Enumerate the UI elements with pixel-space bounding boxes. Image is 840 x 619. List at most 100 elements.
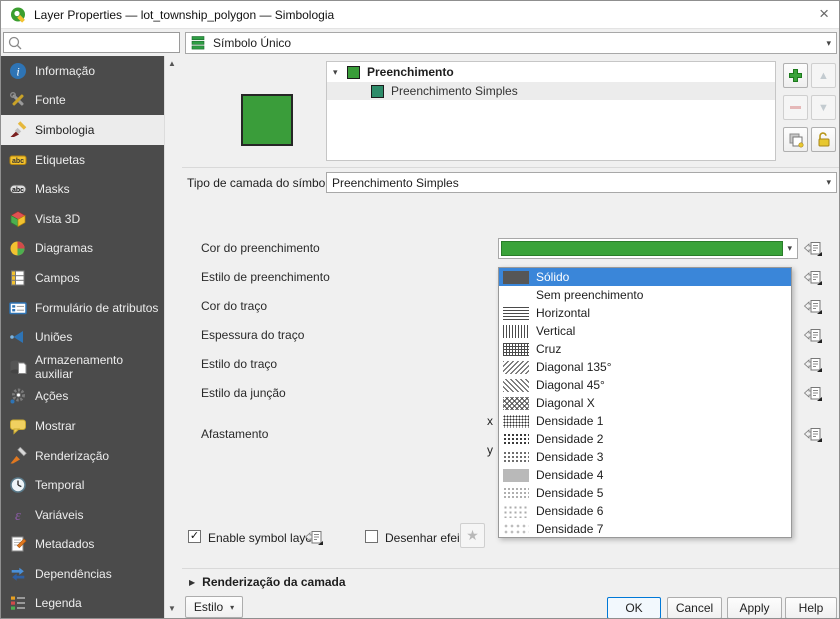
joins-icon (9, 328, 27, 346)
sidebar-item-label: Fonte (35, 93, 66, 107)
sidebar-scrollbar[interactable] (164, 56, 181, 619)
add-symbol-layer-button[interactable] (783, 63, 808, 88)
renderer-value: Símbolo Único (213, 36, 291, 50)
stroke-style-label: Estilo do traço (201, 357, 277, 371)
ok-button[interactable]: OK (607, 597, 661, 619)
chevron-down-icon: ▾ (826, 38, 831, 49)
fill-style-option-vertical[interactable]: Vertical (499, 322, 791, 340)
tree-expander-icon[interactable]: ▾ (333, 67, 347, 78)
move-down-button[interactable]: ▼ (811, 95, 836, 120)
sidebar-item-label: Armazenamento auxiliar (35, 353, 164, 381)
enable-symbol-layer-checkbox[interactable]: ✓ (188, 530, 201, 543)
close-button[interactable]: × (819, 5, 829, 23)
tree-item-simple-fill[interactable]: Preenchimento Simples (327, 82, 775, 100)
scroll-down-arrow-icon[interactable]: ▼ (168, 604, 176, 613)
sidebar-item-renderizacao[interactable]: Renderização (1, 441, 164, 471)
data-defined-override-button[interactable] (803, 327, 823, 344)
data-defined-override-button[interactable] (803, 426, 823, 443)
move-up-button[interactable]: ▲ (811, 63, 836, 88)
data-defined-override-button[interactable] (803, 356, 823, 373)
fill-style-option-densidade-4[interactable]: Densidade 4 (499, 466, 791, 484)
sidebar-item-variaveis[interactable]: ε Variáveis (1, 500, 164, 530)
pattern-swatch-density-3 (503, 451, 529, 464)
search-input[interactable] (26, 35, 179, 51)
diagrams-icon (9, 239, 27, 257)
fill-style-option-cruz[interactable]: Cruz (499, 340, 791, 358)
fill-style-option-densidade-6[interactable]: Densidade 6 (499, 502, 791, 520)
data-defined-override-button[interactable] (803, 269, 823, 286)
data-defined-override-button[interactable] (304, 529, 324, 546)
sidebar-item-unioes[interactable]: Uniões (1, 322, 164, 352)
sidebar-item-label: Dependências (35, 567, 112, 581)
fill-style-option-sem-preenchimento[interactable]: Sem preenchimento (499, 286, 791, 304)
fill-style-option-densidade-1[interactable]: Densidade 1 (499, 412, 791, 430)
sidebar-item-acoes[interactable]: Ações (1, 382, 164, 412)
pattern-swatch-solid (503, 271, 529, 284)
tree-item-fill[interactable]: ▾ Preenchimento (327, 62, 775, 82)
pattern-swatch-density-4 (503, 469, 529, 482)
sidebar-item-masks[interactable]: abc Masks (1, 174, 164, 204)
data-defined-override-button[interactable] (803, 298, 823, 315)
sidebar-item-etiquetas[interactable]: abc Etiquetas (1, 145, 164, 175)
pattern-swatch-density-1 (503, 415, 529, 428)
sidebar-item-campos[interactable]: Campos (1, 263, 164, 293)
sidebar-item-formulario-de-atributos[interactable]: Formulário de atributos (1, 293, 164, 323)
symbol-layer-type-combobox[interactable]: Preenchimento Simples ▾ (326, 172, 837, 193)
sidebar-item-simbologia[interactable]: Simbologia (1, 115, 164, 145)
fields-icon (9, 269, 27, 287)
fill-style-option-solido[interactable]: Sólido (499, 268, 791, 286)
sidebar-item-legenda[interactable]: Legenda (1, 589, 164, 619)
fill-color-combobox[interactable]: ▾ (498, 238, 798, 259)
check-icon: ✓ (190, 531, 199, 542)
fill-style-option-densidade-2[interactable]: Densidade 2 (499, 430, 791, 448)
apply-button[interactable]: Apply (727, 597, 782, 619)
sidebar-item-vista-3d[interactable]: Vista 3D (1, 204, 164, 234)
draw-effects-star-button[interactable]: ★ (460, 523, 485, 548)
layer-rendering-section-header[interactable]: ▶ Renderização da camada (189, 575, 346, 589)
sidebar-item-label: Mostrar (35, 419, 76, 433)
qgis-logo-icon (9, 6, 27, 24)
draw-effects-checkbox[interactable] (365, 530, 378, 543)
pattern-swatch-none (503, 289, 529, 302)
style-button[interactable]: Estilo ▾ (185, 596, 243, 618)
data-defined-override-button[interactable] (803, 240, 823, 257)
stroke-width-label: Espessura do traço (201, 328, 304, 342)
fill-style-label: Estilo de preenchimento (201, 270, 330, 284)
duplicate-symbol-layer-button[interactable] (783, 127, 808, 152)
sidebar-item-armazenamento-auxiliar[interactable]: Armazenamento auxiliar (1, 352, 164, 382)
auxiliary-storage-icon (9, 358, 27, 376)
sidebar-item-mostrar[interactable]: Mostrar (1, 411, 164, 441)
sidebar-item-informacao[interactable]: i Informação (1, 56, 164, 86)
fill-style-option-diagonal-45[interactable]: Diagonal 45° (499, 376, 791, 394)
layer-rendering-label: Renderização da camada (202, 575, 345, 589)
attributes-form-icon (9, 299, 27, 317)
sidebar-item-fonte[interactable]: Fonte (1, 86, 164, 116)
pattern-swatch-diagonal-x (503, 397, 529, 410)
sidebar-item-label: Formulário de atributos (35, 301, 158, 315)
cancel-button[interactable]: Cancel (667, 597, 722, 619)
help-button[interactable]: Help (785, 597, 837, 619)
sidebar-item-metadados[interactable]: Metadados (1, 530, 164, 560)
fill-style-option-densidade-3[interactable]: Densidade 3 (499, 448, 791, 466)
sidebar-item-diagramas[interactable]: Diagramas (1, 234, 164, 264)
layers-icon (191, 35, 206, 51)
chevron-down-icon: ▾ (826, 177, 831, 188)
fill-style-option-densidade-5[interactable]: Densidade 5 (499, 484, 791, 502)
title-bar: Layer Properties — lot_township_polygon … (1, 1, 839, 29)
fill-swatch (347, 66, 360, 79)
fill-color-swatch (501, 241, 783, 256)
renderer-combobox[interactable]: Símbolo Único ▾ (185, 32, 837, 54)
3d-view-icon (9, 210, 27, 228)
sidebar-item-dependencias[interactable]: Dependências (1, 559, 164, 589)
pattern-swatch-density-2 (503, 433, 529, 446)
lock-color-button[interactable] (811, 127, 836, 152)
data-defined-override-button[interactable] (803, 385, 823, 402)
fill-style-option-diagonal-x[interactable]: Diagonal X (499, 394, 791, 412)
svg-text:abc: abc (12, 187, 24, 194)
fill-style-option-horizontal[interactable]: Horizontal (499, 304, 791, 322)
sidebar-item-temporal[interactable]: Temporal (1, 470, 164, 500)
scroll-up-arrow-icon[interactable]: ▲ (168, 59, 176, 68)
remove-symbol-layer-button[interactable] (783, 95, 808, 120)
fill-style-option-densidade-7[interactable]: Densidade 7 (499, 520, 791, 538)
fill-style-option-diagonal-135[interactable]: Diagonal 135° (499, 358, 791, 376)
